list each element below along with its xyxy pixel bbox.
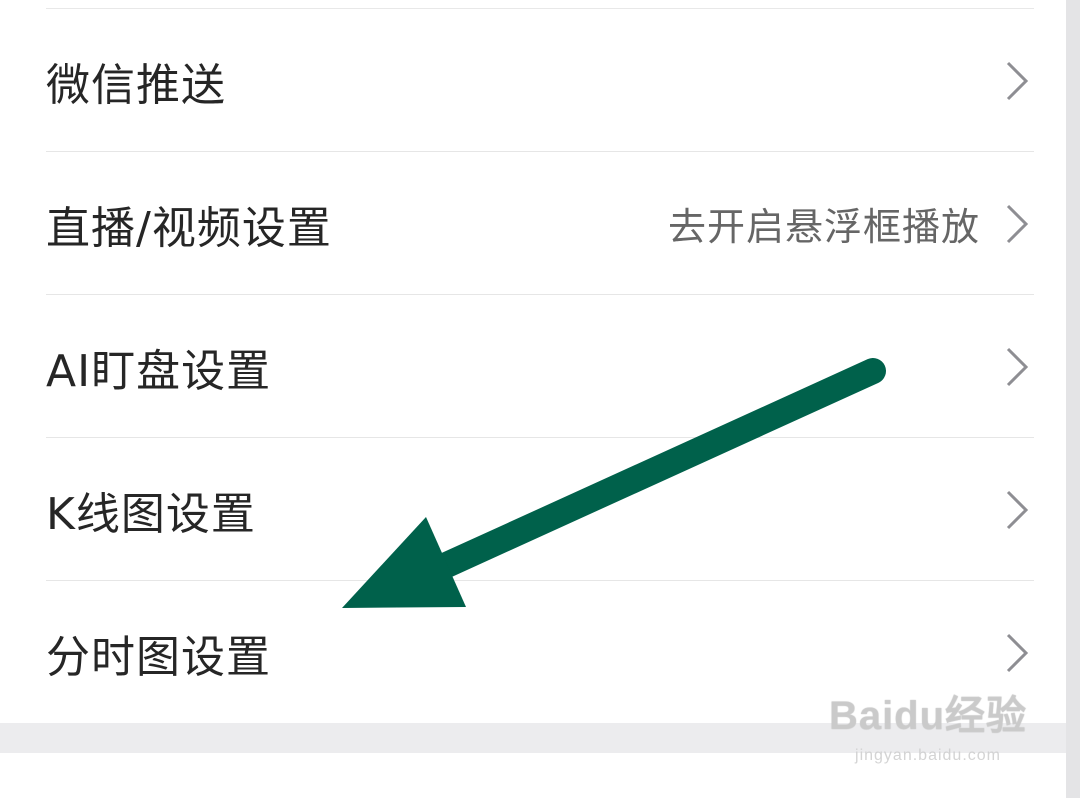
row-label: 微信推送 bbox=[46, 59, 226, 111]
settings-row-ai-watch[interactable]: AI盯盘设置 bbox=[0, 295, 1066, 438]
row-value: 去开启悬浮框播放 bbox=[667, 205, 980, 249]
row-label: K线图设置 bbox=[46, 488, 256, 540]
row-label: 分时图设置 bbox=[46, 631, 271, 683]
scrollbar[interactable] bbox=[1066, 0, 1080, 798]
row-label: 直播/视频设置 bbox=[46, 202, 332, 254]
settings-row-kline[interactable]: K线图设置 bbox=[0, 438, 1066, 581]
watermark-brand: Baidu经验 bbox=[828, 694, 1028, 738]
chevron-right-icon bbox=[1002, 345, 1032, 389]
chevron-right-icon bbox=[1002, 59, 1032, 103]
chevron-right-icon bbox=[1002, 488, 1032, 532]
settings-screen: 微信推送 直播/视频设置 去开启悬浮框播放 AI盯盘设置 K线图设置 分时图设置… bbox=[0, 0, 1080, 798]
settings-row-live-video[interactable]: 直播/视频设置 去开启悬浮框播放 bbox=[0, 152, 1066, 295]
chevron-right-icon bbox=[1002, 202, 1032, 246]
settings-list: 微信推送 直播/视频设置 去开启悬浮框播放 AI盯盘设置 K线图设置 分时图设置 bbox=[0, 9, 1066, 724]
baidu-watermark: Baidu经验 jingyan.baidu.com bbox=[828, 686, 1028, 790]
row-label: AI盯盘设置 bbox=[46, 345, 272, 397]
watermark-url: jingyan.baidu.com bbox=[855, 747, 1001, 764]
settings-row-wechat-push[interactable]: 微信推送 bbox=[0, 9, 1066, 152]
chevron-right-icon bbox=[1002, 631, 1032, 675]
